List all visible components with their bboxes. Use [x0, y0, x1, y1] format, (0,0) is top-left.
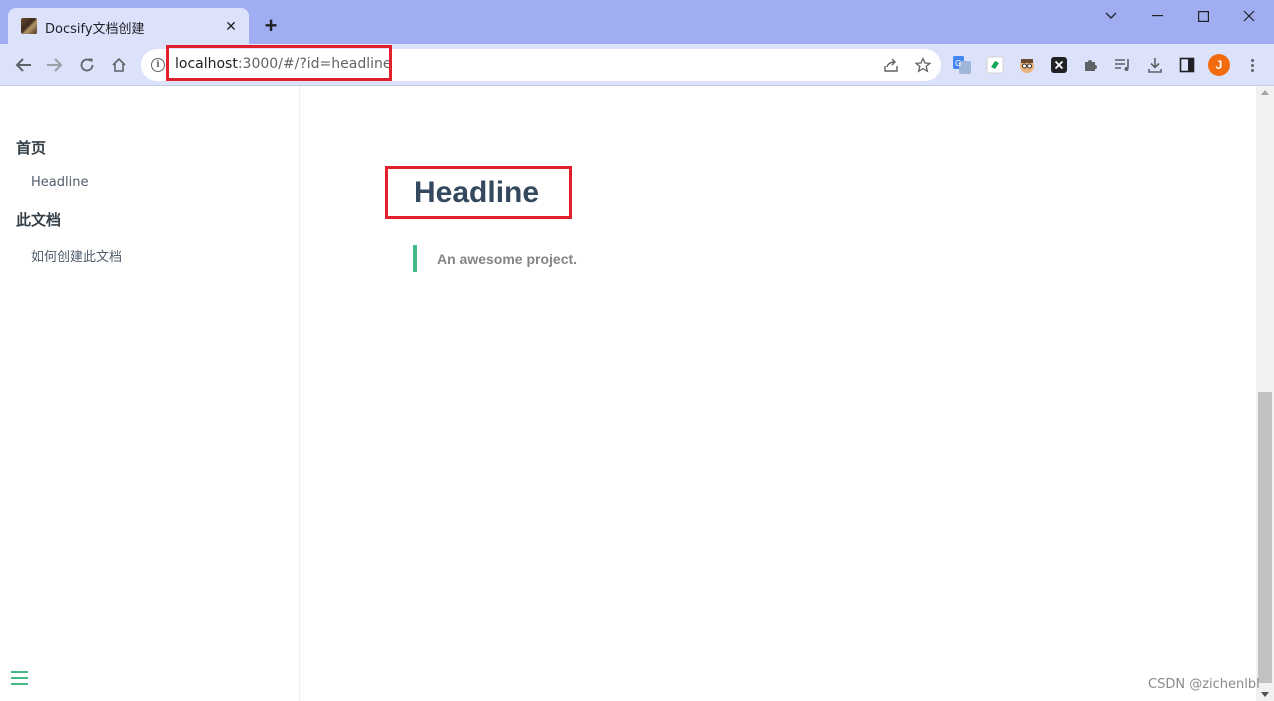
side-panel-icon[interactable] [1176, 54, 1198, 76]
maximize-window-button[interactable] [1180, 4, 1226, 28]
page-headline: Headline [414, 176, 540, 209]
minimize-window-button[interactable] [1134, 4, 1180, 28]
browser-menu-icon[interactable] [1242, 54, 1262, 76]
forward-button[interactable] [42, 52, 68, 78]
green-extension-icon[interactable] [984, 54, 1006, 76]
scroll-up-arrow-icon[interactable] [1261, 90, 1269, 95]
download-icon[interactable] [1144, 54, 1166, 76]
sidebar-heading-home: 首页 [16, 139, 47, 157]
extensions-puzzle-icon[interactable] [1080, 54, 1102, 76]
sidebar-link-headline[interactable]: Headline [31, 175, 88, 190]
docsify-page: 首页 Headline 此文档 如何创建此文档 Headline An awes… [0, 86, 1274, 701]
media-control-icon[interactable] [1112, 54, 1134, 76]
new-tab-button[interactable]: + [260, 15, 282, 37]
profile-avatar[interactable]: J [1208, 54, 1230, 76]
arrow-left-icon [15, 58, 31, 72]
vertical-scrollbar[interactable] [1256, 86, 1274, 701]
x-extension-icon[interactable] [1048, 54, 1070, 76]
home-icon [112, 57, 126, 72]
blockquote: An awesome project. [413, 245, 577, 272]
csdn-watermark: CSDN @zichenlbl [1148, 677, 1260, 692]
scrollbar-thumb[interactable] [1258, 392, 1272, 683]
tab-title: Docsify文档创建 [45, 22, 145, 37]
blockquote-text: An awesome project. [437, 250, 578, 267]
scroll-down-arrow-icon[interactable] [1261, 692, 1269, 697]
site-info-icon[interactable]: i [151, 58, 165, 72]
url-text[interactable]: localhost:3000/#/?id=headline [175, 56, 392, 72]
main-content: Headline An awesome project. [301, 86, 1256, 701]
back-button[interactable] [10, 52, 36, 78]
svg-text:G: G [955, 59, 961, 68]
translate-extension-icon[interactable]: G [951, 54, 973, 76]
address-bar[interactable]: i localhost:3000/#/?id=headline [141, 49, 941, 81]
site-favicon-icon [21, 18, 37, 34]
sidebar-toggle-menu-icon[interactable] [11, 671, 28, 685]
reload-button[interactable] [74, 52, 100, 78]
sidebar: 首页 Headline 此文档 如何创建此文档 [0, 86, 300, 701]
home-button[interactable] [106, 52, 132, 78]
reload-icon [80, 58, 94, 72]
browser-title-bar: Docsify文档创建 ✕ + [0, 0, 1274, 44]
browser-toolbar: i localhost:3000/#/?id=headline G J [0, 44, 1274, 86]
sidebar-heading-this-doc: 此文档 [16, 211, 62, 229]
browser-tab[interactable]: Docsify文档创建 ✕ [8, 8, 249, 44]
close-window-button[interactable] [1226, 4, 1272, 28]
tab-search-chevron-icon[interactable] [1088, 4, 1134, 28]
bookmark-star-icon[interactable] [913, 55, 933, 75]
sidebar-link-how-to-create[interactable]: 如何创建此文档 [31, 246, 122, 265]
share-icon[interactable] [881, 55, 901, 75]
character-extension-icon[interactable] [1016, 54, 1038, 76]
arrow-right-icon [47, 58, 63, 72]
tab-close-icon[interactable]: ✕ [221, 16, 241, 36]
